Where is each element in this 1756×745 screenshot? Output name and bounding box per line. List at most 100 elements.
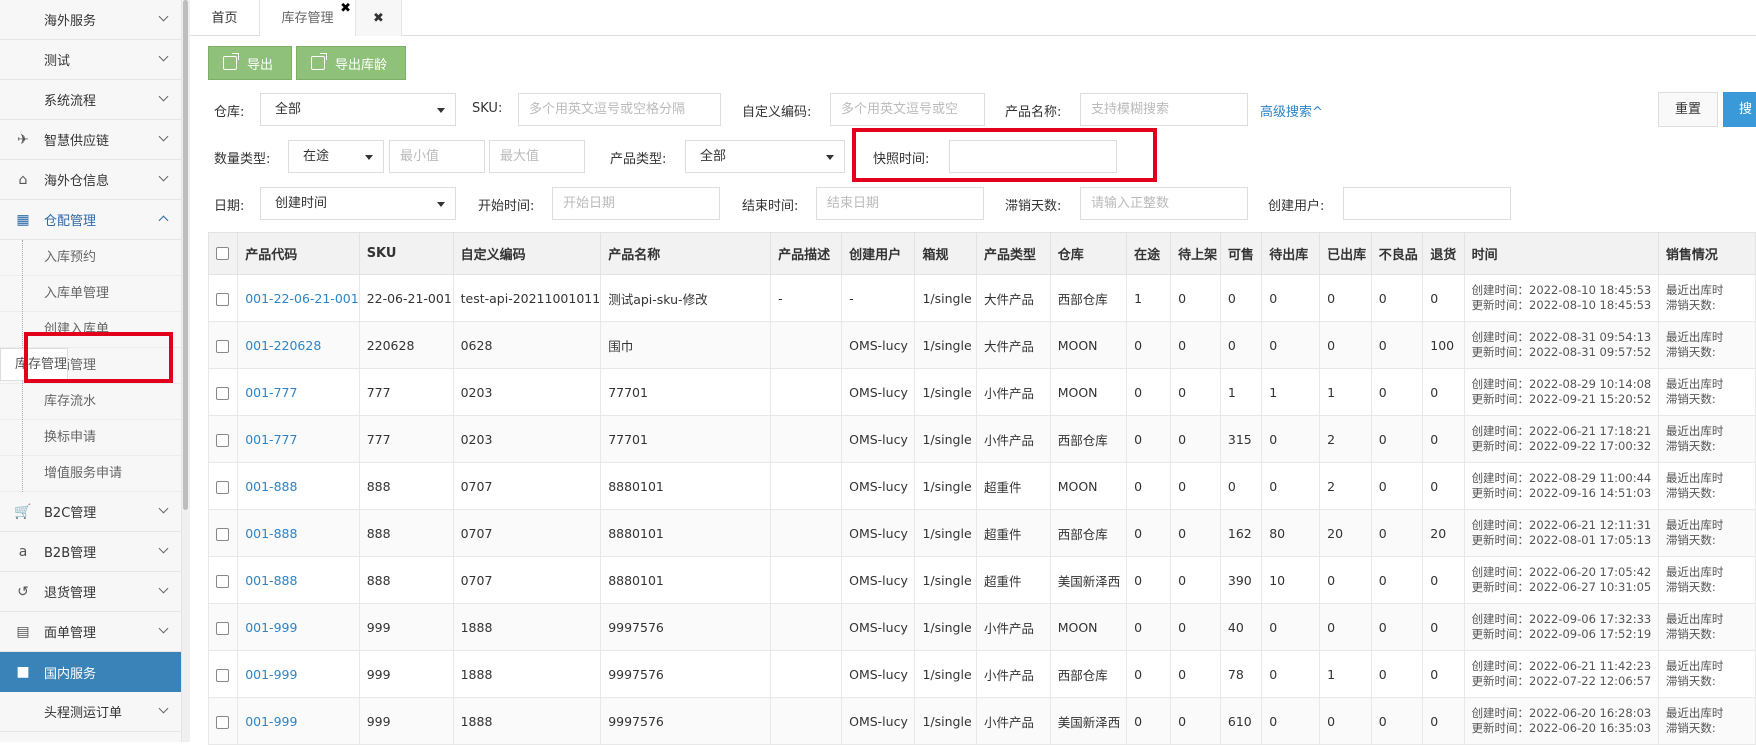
table-row[interactable]: 001-888 888 0707 8880101 OMS-lucy 1/single 超重件… [207,509,1756,557]
row-checkbox[interactable] [216,339,229,353]
sidebar-item-bottom-3[interactable]: ▤ 面单管理 [0,612,181,652]
column-header[interactable]: 自定义编码 [452,232,602,275]
advanced-search-link[interactable]: 高级搜索^ [1260,101,1323,120]
table-row[interactable]: 001-22-06-21-001 22-06-21-001 test-api-202… [207,274,1756,322]
tab-inventory[interactable]: 库存管理 ✖ [260,0,356,36]
start-date-input[interactable]: 开始日期 [552,187,720,220]
product-code-link[interactable]: 001-888 [237,509,360,557]
table-row[interactable]: 001-220628 220628 0628 围巾 OMS-lucy 1/single 大件… [207,321,1756,369]
product-code-link[interactable]: 001-22-06-21-001 [237,274,360,322]
sidebar-item-domestic[interactable]: ■ 国内服务 [0,652,181,692]
sidebar-item-bottom-2[interactable]: ↺ 退货管理 [0,572,181,612]
product-name-input[interactable]: 支持模糊搜索 [1080,93,1248,126]
sidebar-subitem-1[interactable]: 入库单管理 [0,276,181,312]
table-row[interactable]: 001-999 999 1888 9997576 OMS-lucy 1/single 小件产… [207,603,1756,651]
row-checkbox[interactable] [216,433,229,447]
product-code-link[interactable]: 001-888 [237,556,360,604]
export-age-button[interactable]: 导出库龄 [296,46,406,80]
cell-shipped: 20 [1319,509,1372,557]
warehouse-select[interactable]: 全部 [260,93,456,126]
column-header[interactable]: 可售 [1219,232,1263,275]
row-checkbox[interactable] [216,621,229,635]
tab-home[interactable]: 首页 [190,0,260,36]
cell-pending: 0 [1170,603,1221,651]
column-header[interactable]: 在途 [1126,232,1172,275]
sidebar-group-warehouse[interactable]: ▦ 仓配管理 [0,200,181,240]
column-header[interactable]: SKU [358,232,454,275]
column-header[interactable]: 产品代码 [237,232,360,275]
table-row[interactable]: 001-777 777 0203 77701 OMS-lucy 1/single 小件产品西… [207,415,1756,463]
table-row[interactable]: 001-888 888 0707 8880101 OMS-lucy 1/single 超重件… [207,556,1756,604]
product-code-link[interactable]: 001-888 [237,462,360,510]
search-button[interactable]: 搜索 [1723,92,1756,127]
column-header[interactable]: 不良品 [1370,232,1424,275]
sidebar-item-icon-0[interactable]: ✈ 智慧供应链 [0,120,181,160]
cell-user: OMS-lucy [841,509,916,557]
product-code-link[interactable]: 001-777 [237,368,360,416]
sidebar-subitem-0[interactable]: 入库预约 [0,240,181,276]
sidebar-subitem-6[interactable]: 换标申请 [0,420,181,456]
column-header[interactable]: 退货 [1422,232,1465,275]
sidebar-item-cut[interactable]: 头程测运订单 [0,692,181,732]
product-code-link[interactable]: 001-220628 [237,321,360,369]
sidebar-item-top-1[interactable]: 测试 [0,40,181,80]
qty-type-select[interactable]: 在途 [288,140,384,173]
column-header[interactable]: 待上架 [1170,232,1221,275]
column-header[interactable]: 时间 [1463,232,1659,275]
sidebar-item-bottom-1[interactable]: a B2B管理 [0,532,181,572]
column-header[interactable]: 产品名称 [600,232,772,275]
product-type-select[interactable]: 全部 [685,140,845,173]
table-row[interactable]: 001-888 888 0707 8880101 OMS-lucy 1/single 超重件… [207,462,1756,510]
sku-input[interactable]: 多个用英文逗号或空格分隔 [518,93,721,126]
row-checkbox[interactable] [216,668,229,682]
product-code-link[interactable]: 001-777 [237,415,360,463]
cell-shipped: 2 [1319,462,1372,510]
row-checkbox[interactable] [216,480,229,494]
cell-sku: 777 [358,415,454,463]
column-header[interactable]: 待出库 [1261,232,1321,275]
slow-days-input[interactable]: 请输入正整数 [1080,187,1248,220]
select-all-checkbox[interactable] [216,247,229,260]
column-header[interactable]: 箱规 [914,232,978,275]
row-checkbox[interactable] [216,527,229,541]
date-select[interactable]: 创建时间 [260,187,456,220]
cell-time: 创建时间：2022-09-06 17:32:33 更新时间：2022-09-06 … [1463,603,1659,651]
cell-name: 77701 [600,368,772,416]
sidebar-scroll-thumb[interactable] [183,0,188,510]
sidebar-item-bottom-0[interactable]: 🛒 B2C管理 [0,492,181,532]
sidebar-item-icon-1[interactable]: ⌂ 海外仓信息 [0,160,181,200]
table-row[interactable]: 001-777 777 0203 77701 OMS-lucy 1/single 小件产品 M… [207,368,1756,416]
tab-close-icon[interactable]: ✖ [340,0,351,28]
column-header[interactable]: 产品描述 [770,232,843,275]
reset-button[interactable]: 重置 [1658,92,1718,127]
table-row[interactable]: 001-999 999 1888 9997576 OMS-lucy 1/single 小件产… [207,650,1756,698]
column-header[interactable]: 销售情况 [1657,232,1756,275]
column-header[interactable]: 仓库 [1049,232,1128,275]
export-button[interactable]: 导出 [208,46,292,80]
column-header[interactable]: 创建用户 [841,232,916,275]
table-row[interactable]: 001-999 999 1888 9997576 OMS-lucy 1/single 小件产… [207,697,1756,745]
product-code-link[interactable]: 001-999 [237,697,360,745]
end-date-input[interactable]: 结束日期 [816,187,984,220]
sidebar-item-top-2[interactable]: 系统流程 [0,80,181,120]
product-code-link[interactable]: 001-999 [237,650,360,698]
sidebar-subitem-7[interactable]: 增值服务申请 [0,456,181,492]
product-code-link[interactable]: 001-999 [237,603,360,651]
column-header[interactable]: 产品类型 [976,232,1051,275]
close-all-tabs-button[interactable]: ✖ [356,0,402,36]
sidebar-subitem-5[interactable]: 库存流水 [0,384,181,420]
row-checkbox[interactable] [216,574,229,588]
row-checkbox[interactable] [216,715,229,729]
column-header[interactable]: 已出库 [1319,232,1372,275]
row-checkbox[interactable] [216,292,229,306]
min-input[interactable]: 最小值 [389,140,485,173]
cell-outbound_pending: 0 [1261,415,1321,463]
creator-input[interactable] [1343,187,1511,220]
custom-code-input[interactable]: 多个用英文逗号或空 [830,93,985,126]
cell-outbound_pending: 0 [1261,650,1321,698]
row-checkbox[interactable] [216,386,229,400]
sidebar-item-top-0[interactable]: 海外服务 [0,0,181,40]
cell-box: 1/single [914,368,978,416]
max-input[interactable]: 最大值 [489,140,585,173]
row-select-cell [207,556,239,604]
